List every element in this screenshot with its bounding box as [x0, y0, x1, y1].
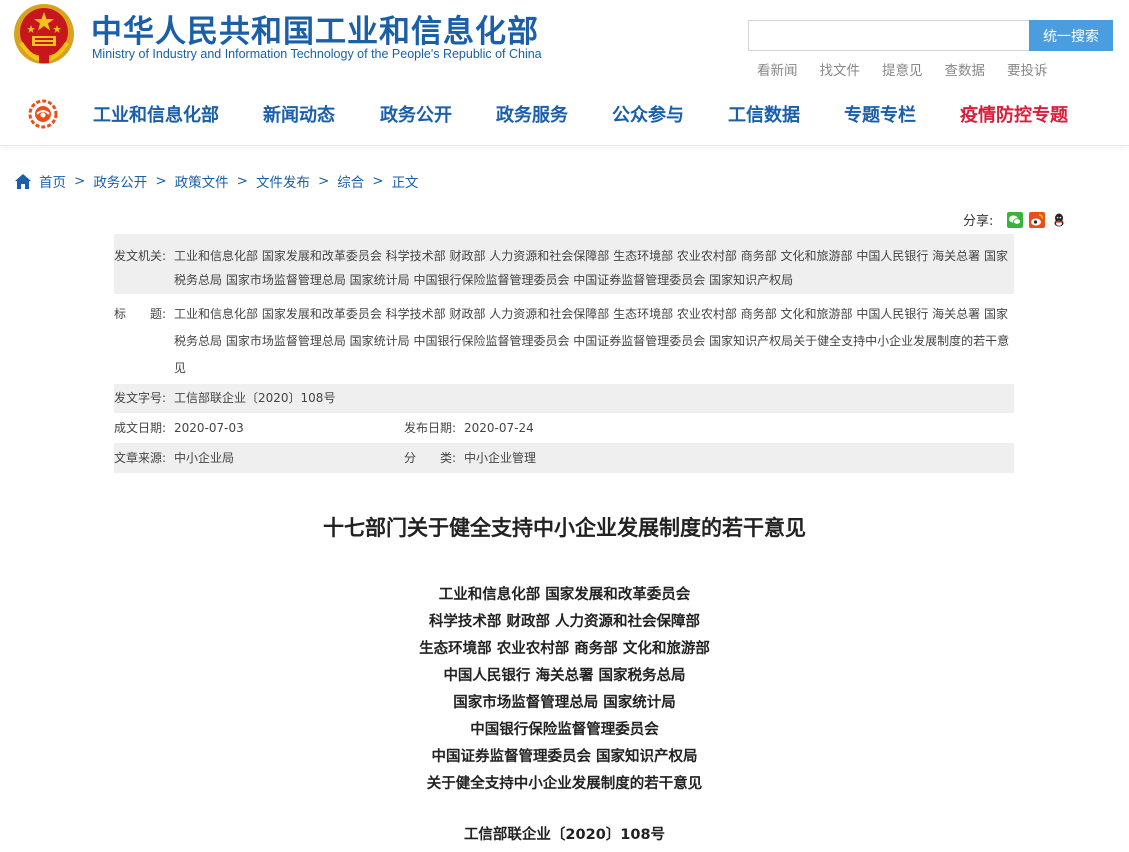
breadcrumb-separator: > [74, 173, 86, 189]
meta-title-value: 工业和信息化部 国家发展和改革委员会 科学技术部 财政部 人力资源和社会保障部 … [174, 307, 1010, 375]
breadcrumb: 首页 > 政务公开 > 政策文件 > 文件发布 > 综合 > 正文 [15, 171, 419, 191]
site-header: 中华人民共和国工业和信息化部 Ministry of Industry and … [0, 0, 1129, 86]
breadcrumb-policy-files[interactable]: 政策文件 [175, 171, 229, 191]
nav-item-special-topics[interactable]: 专题专栏 [844, 101, 916, 127]
issuer-line: 关于健全支持中小企业发展制度的若干意见 [426, 776, 703, 792]
meta-source-value: 中小企业局 [174, 451, 235, 465]
meta-issuer-value: 工业和信息化部 国家发展和改革委员会 科学技术部 财政部 人力资源和社会保障部 … [174, 249, 1008, 287]
meta-docno-value: 工信部联企业〔2020〕108号 [174, 391, 336, 405]
qq-icon[interactable] [1051, 211, 1068, 228]
breadcrumb-file-release[interactable]: 文件发布 [256, 171, 310, 191]
share-label: 分享: [963, 214, 994, 229]
article-title: 十七部门关于健全支持中小企业发展制度的若干意见 [323, 516, 806, 540]
document-metadata: 发文机关: 工业和信息化部 国家发展和改革委员会 科学技术部 财政部 人力资源和… [114, 234, 1014, 473]
site-subtitle: Ministry of Industry and Information Tec… [92, 47, 542, 61]
meta-category-label: 分 类: [404, 451, 457, 465]
search-input[interactable] [748, 20, 1030, 51]
meta-date-row: 成文日期: 2020-07-03 发布日期: 2020-07-24 [114, 413, 1014, 443]
meta-source-row: 文章来源: 中小企业局 分 类: 中小企业管理 [114, 443, 1014, 473]
quick-link-complaint[interactable]: 要投诉 [1007, 59, 1048, 79]
miit-logo-icon[interactable] [28, 99, 58, 129]
nav-item-ministry[interactable]: 工业和信息化部 [93, 101, 219, 127]
main-nav: 工业和信息化部 新闻动态 政务公开 政务服务 公众参与 工信数据 专题专栏 疫情… [0, 86, 1129, 146]
search-button[interactable]: 统一搜索 [1029, 20, 1113, 51]
meta-category-value: 中小企业管理 [464, 451, 537, 465]
nav-item-epidemic[interactable]: 疫情防控专题 [960, 101, 1068, 127]
breadcrumb-home[interactable]: 首页 [39, 171, 66, 191]
meta-issuer-label: 发文机关: [114, 249, 167, 263]
quick-link-news[interactable]: 看新闻 [757, 59, 798, 79]
breadcrumb-government-affairs[interactable]: 政务公开 [93, 171, 147, 191]
share-bar: 分享: [963, 210, 1073, 229]
meta-issuer-row: 发文机关: 工业和信息化部 国家发展和改革委员会 科学技术部 财政部 人力资源和… [114, 234, 1014, 294]
issuer-line: 中国人民银行 海关总署 国家税务总局 [443, 668, 686, 684]
article-doc-number: 工信部联企业〔2020〕108号 [463, 827, 666, 843]
meta-docno-label: 发文字号: [114, 391, 167, 405]
nav-item-government-affairs[interactable]: 政务公开 [380, 101, 452, 127]
breadcrumb-current: 正文 [391, 175, 419, 191]
breadcrumb-separator: > [317, 173, 330, 189]
quick-link-files[interactable]: 找文件 [820, 59, 861, 79]
meta-title-row: 标 题: 工业和信息化部 国家发展和改革委员会 科学技术部 财政部 人力资源和社… [114, 294, 1014, 384]
nav-item-data[interactable]: 工信数据 [728, 101, 800, 127]
home-icon[interactable] [15, 173, 31, 189]
nav-item-news[interactable]: 新闻动态 [263, 101, 335, 127]
quick-link-data[interactable]: 查数据 [945, 59, 986, 79]
meta-title-label: 标 题: [114, 307, 167, 321]
meta-docno-row: 发文字号: 工信部联企业〔2020〕108号 [114, 384, 1014, 413]
meta-created-value: 2020-07-03 [174, 421, 244, 435]
nav-item-public-participation[interactable]: 公众参与 [612, 101, 684, 127]
wechat-icon[interactable] [1007, 211, 1024, 228]
site-title: 中华人民共和国工业和信息化部 [91, 14, 539, 50]
meta-published-value: 2020-07-24 [464, 421, 534, 435]
weibo-icon[interactable] [1029, 211, 1046, 228]
breadcrumb-separator: > [155, 173, 167, 189]
meta-source-label: 文章来源: [114, 451, 167, 465]
issuer-line: 科学技术部 财政部 人力资源和社会保障部 [428, 614, 701, 630]
article-issuers: 工业和信息化部 国家发展和改革委员会 科学技术部 财政部 人力资源和社会保障部 … [0, 582, 1129, 798]
issuer-line: 生态环境部 农业农村部 商务部 文化和旅游部 [419, 641, 710, 657]
issuer-line: 中国证券监督管理委员会 国家知识产权局 [431, 749, 698, 765]
quick-link-feedback[interactable]: 提意见 [882, 59, 923, 79]
meta-created-label: 成文日期: [114, 421, 167, 435]
national-emblem-icon[interactable] [13, 3, 75, 65]
breadcrumb-separator: > [372, 173, 384, 189]
issuer-line: 国家市场监督管理总局 国家统计局 [453, 695, 676, 711]
nav-item-government-services[interactable]: 政务服务 [496, 101, 568, 127]
issuer-line: 工业和信息化部 国家发展和改革委员会 [438, 587, 691, 603]
issuer-line: 中国银行保险监督管理委员会 [470, 722, 659, 738]
meta-published-label: 发布日期: [404, 421, 457, 435]
breadcrumb-general[interactable]: 综合 [337, 171, 364, 191]
quick-links: 看新闻 找文件 提意见 查数据 要投诉 [757, 59, 1070, 79]
breadcrumb-separator: > [236, 173, 248, 189]
